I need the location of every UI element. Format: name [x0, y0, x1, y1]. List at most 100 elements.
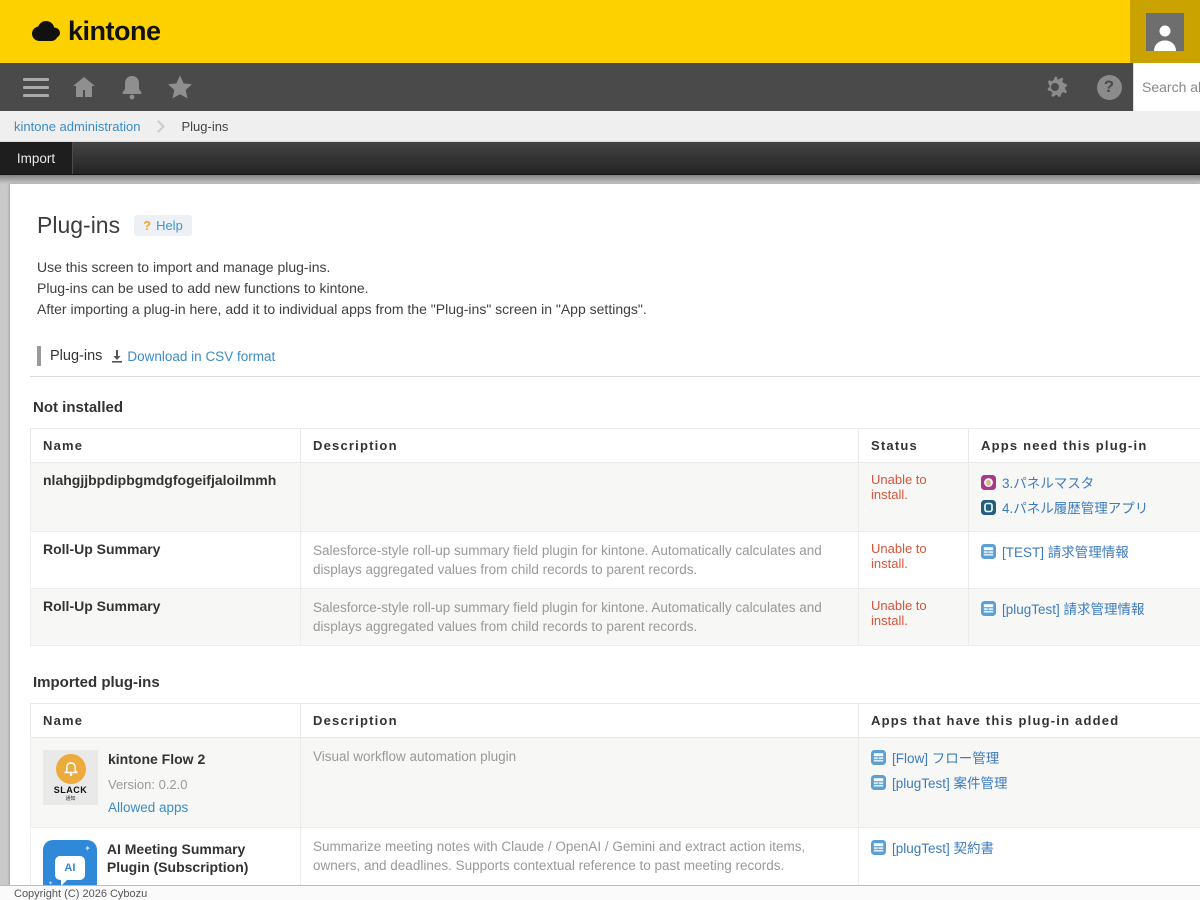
table-header-row: Name Description Status Apps need this p…: [31, 429, 1200, 463]
table-app-icon: [871, 775, 886, 790]
imported-heading: Imported plug-ins: [33, 674, 1200, 691]
allowed-apps-link[interactable]: Allowed apps: [108, 800, 205, 815]
column-header-description: Description: [301, 704, 859, 738]
breadcrumb: kintone administration Plug-ins: [0, 111, 1200, 142]
plugin-icon-text: SLACK: [54, 785, 88, 795]
tab-bar: Import: [0, 142, 1200, 175]
not-installed-heading: Not installed: [33, 399, 1200, 416]
table-row: nlahgjjbpdipbgmdgfogeifjaloilmmh Unable …: [31, 463, 1200, 532]
plugin-name: kintone Flow 2: [108, 750, 205, 768]
user-menu-button[interactable]: [1130, 0, 1200, 63]
intro-line: After importing a plug-in here, add it t…: [37, 299, 1200, 320]
person-app-icon: [981, 475, 996, 490]
app-link[interactable]: [Flow] フロー管理: [871, 747, 1188, 767]
chevron-right-icon: [153, 120, 166, 133]
column-header-status: Status: [859, 429, 969, 463]
download-csv-label: Download in CSV format: [127, 349, 275, 364]
kintone-logo[interactable]: kintone: [30, 16, 161, 47]
app-link-label: [plugTest] 案件管理: [892, 772, 1008, 792]
section-bar: [37, 346, 41, 366]
notifications-button[interactable]: [108, 63, 156, 111]
plugin-status: Unable to install.: [871, 598, 927, 628]
app-link[interactable]: 3.パネルマスタ: [981, 472, 1188, 492]
app-link[interactable]: [plugTest] 契約書: [871, 837, 1188, 857]
plugin-description: Salesforce-style roll-up summary field p…: [313, 600, 822, 634]
table-row: AI AI Meeting Summary Plugin (Subscripti…: [31, 828, 1200, 886]
table-app-icon: [981, 544, 996, 559]
column-header-description: Description: [301, 429, 859, 463]
breadcrumb-current: Plug-ins: [181, 119, 228, 134]
table-header-row: Name Description Apps that have this plu…: [31, 704, 1200, 738]
bell-icon: [120, 74, 144, 100]
app-link[interactable]: [plugTest] 請求管理情報: [981, 598, 1188, 618]
intro-text: Use this screen to import and manage plu…: [37, 257, 1200, 320]
app-link[interactable]: [TEST] 請求管理情報: [981, 541, 1188, 561]
imported-table: Name Description Apps that have this plu…: [30, 703, 1200, 885]
plugin-name: nlahgjjbpdipbgmdgfogeifjaloilmmh: [43, 472, 276, 488]
table-row: Roll-Up Summary Salesforce-style roll-up…: [31, 589, 1200, 646]
panel-shadow: [0, 175, 1200, 184]
bell-icon: [56, 754, 86, 784]
app-link-label: [plugTest] 契約書: [892, 837, 994, 857]
plugin-description: Summarize meeting notes with Claude / Op…: [313, 839, 805, 873]
main-panel: Plug-ins ? Help Use this screen to impor…: [10, 184, 1200, 885]
intro-line: Plug-ins can be used to add new function…: [37, 278, 1200, 299]
plugin-icon-ai: AI: [43, 840, 97, 885]
ai-bubble-icon: AI: [55, 856, 85, 880]
menu-button[interactable]: [12, 63, 60, 111]
plugin-status: Unable to install.: [871, 541, 927, 571]
app-link[interactable]: 4.パネル履歴管理アプリ: [981, 497, 1188, 517]
footer-copyright: Copyright (C) 2026 Cybozu: [0, 885, 1200, 900]
table-row: SLACK 通知 kintone Flow 2 Version: 0.2.0 A…: [31, 738, 1200, 828]
gear-icon: [1043, 75, 1067, 99]
hamburger-icon: [23, 78, 49, 97]
plugin-icon-slack: SLACK 通知: [43, 750, 98, 805]
search-box: [1133, 63, 1200, 111]
logo-text: kintone: [68, 16, 161, 47]
app-link-label: 4.パネル履歴管理アプリ: [1002, 497, 1148, 517]
section-label: Plug-ins: [50, 348, 102, 364]
intro-line: Use this screen to import and manage plu…: [37, 257, 1200, 278]
panel-app-icon: [981, 500, 996, 515]
search-input[interactable]: [1134, 79, 1200, 95]
plugins-section-header: Plug-ins Download in CSV format: [30, 346, 1200, 377]
app-link-label: [Flow] フロー管理: [892, 747, 999, 767]
help-label: Help: [156, 218, 183, 233]
plugin-description: Visual workflow automation plugin: [313, 749, 516, 764]
navbar-right: ?: [1031, 63, 1133, 111]
table-app-icon: [871, 750, 886, 765]
app-link-label: [TEST] 請求管理情報: [1002, 541, 1129, 561]
table-app-icon: [871, 840, 886, 855]
star-icon: [166, 74, 194, 100]
plugin-icon-subtext: 通知: [65, 795, 75, 802]
page-title: Plug-ins: [37, 212, 120, 239]
favorites-button[interactable]: [156, 63, 204, 111]
column-header-apps: Apps need this plug-in: [969, 429, 1200, 463]
column-header-name: Name: [31, 429, 301, 463]
column-header-apps: Apps that have this plug-in added: [859, 704, 1200, 738]
plugin-name: AI Meeting Summary Plugin (Subscription): [107, 840, 288, 876]
avatar-icon: [1146, 13, 1184, 51]
tab-import[interactable]: Import: [0, 142, 73, 174]
plugin-name: Roll-Up Summary: [43, 598, 160, 614]
breadcrumb-link-admin[interactable]: kintone administration: [14, 119, 140, 134]
app-link-label: 3.パネルマスタ: [1002, 472, 1094, 492]
plugin-name: Roll-Up Summary: [43, 541, 160, 557]
download-icon: [111, 350, 123, 363]
plugin-version: Version: 0.2.0: [108, 777, 205, 792]
plugin-status: Unable to install.: [871, 472, 927, 502]
column-header-name: Name: [31, 704, 301, 738]
settings-button[interactable]: [1031, 63, 1079, 111]
cloud-icon: [30, 19, 64, 45]
app-link-label: [plugTest] 請求管理情報: [1002, 598, 1145, 618]
plugin-description: Salesforce-style roll-up summary field p…: [313, 543, 822, 577]
app-link[interactable]: [plugTest] 案件管理: [871, 772, 1188, 792]
download-csv-link[interactable]: Download in CSV format: [111, 349, 275, 364]
help-badge[interactable]: ? Help: [134, 215, 192, 236]
question-icon: ?: [143, 218, 151, 233]
help-button[interactable]: ?: [1085, 63, 1133, 111]
table-row: Roll-Up Summary Salesforce-style roll-up…: [31, 532, 1200, 589]
topbar: kintone: [0, 0, 1200, 63]
home-button[interactable]: [60, 63, 108, 111]
table-app-icon: [981, 601, 996, 616]
